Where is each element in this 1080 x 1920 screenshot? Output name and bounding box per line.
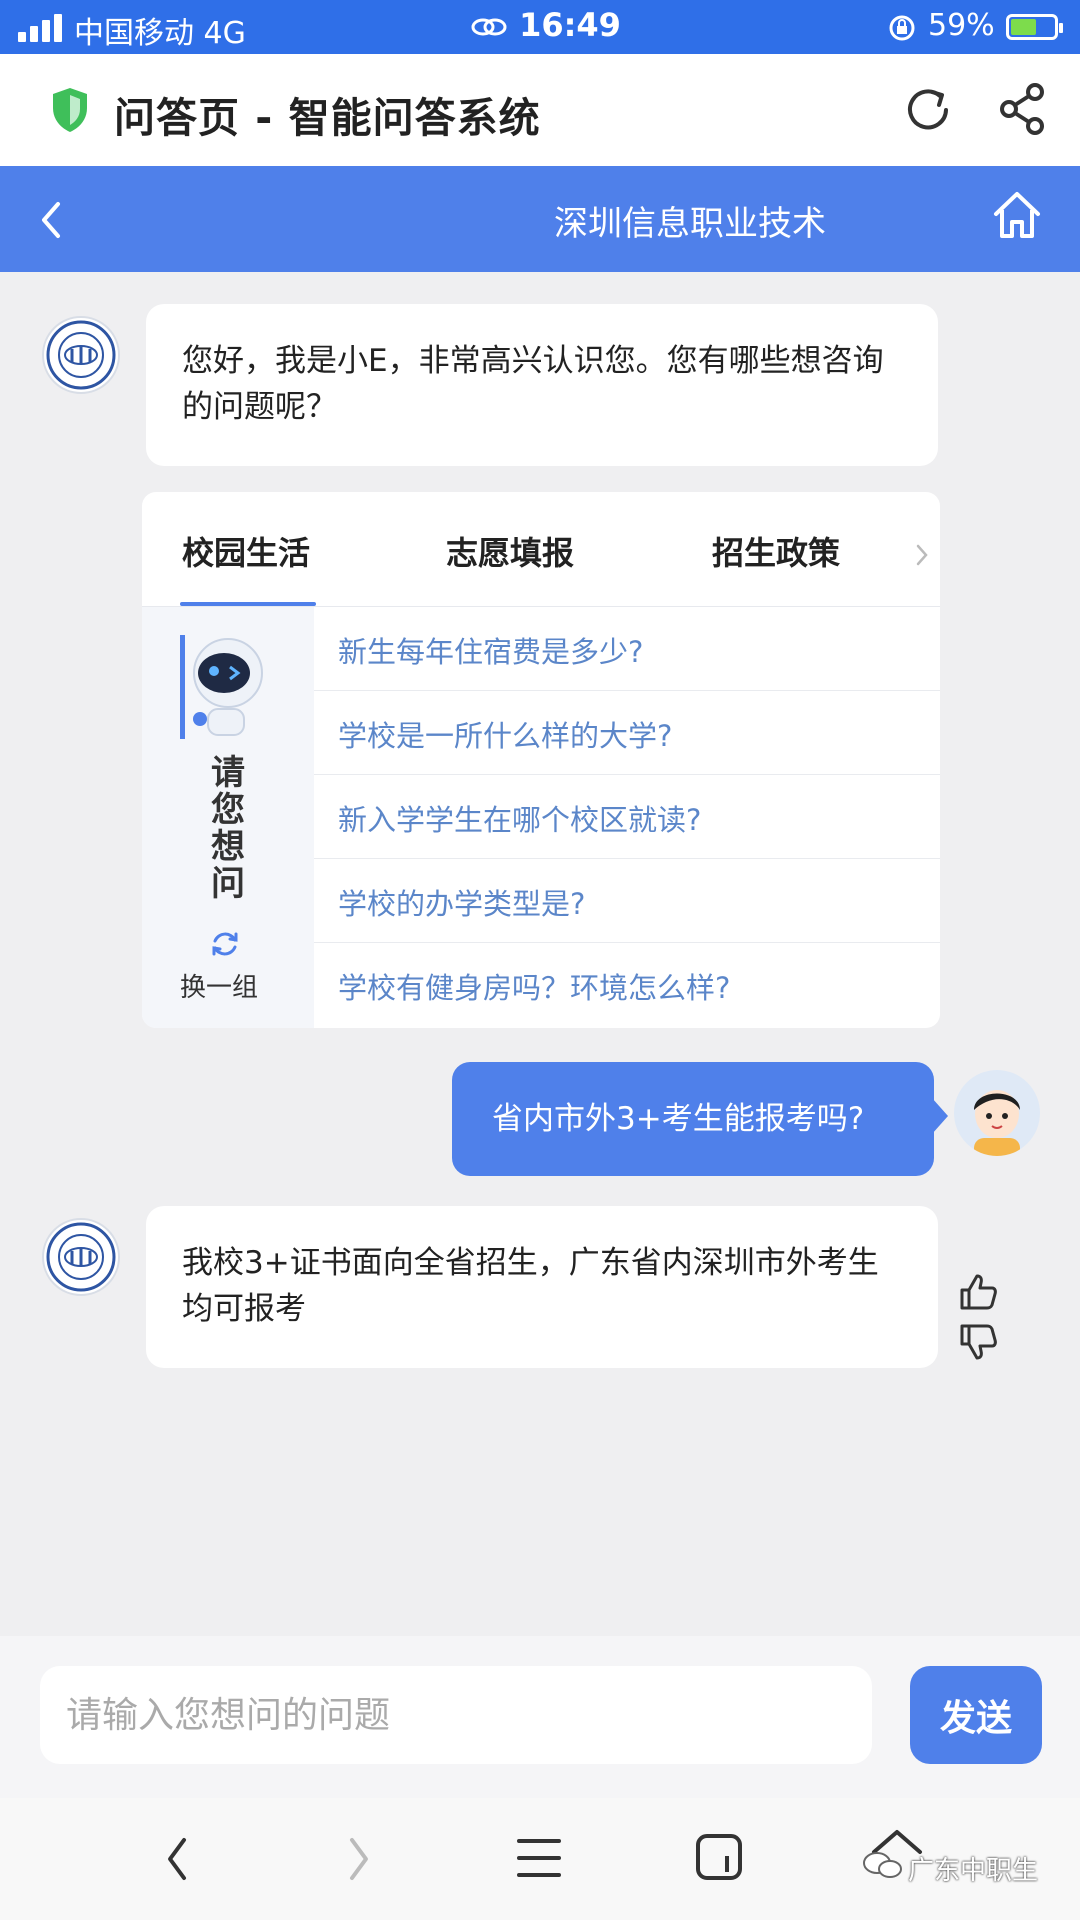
user-message: 省内市外3+考生能报考吗?	[452, 1062, 934, 1176]
thumbs-down-icon[interactable]	[958, 1322, 998, 1362]
status-bar: 中国移动 4G 16:49 59%	[0, 0, 1080, 54]
faq-question[interactable]: 学校的办学类型是?	[314, 859, 940, 943]
faq-question[interactable]: 学校有健身房吗？环境怎么样?	[314, 943, 940, 1026]
faq-question-text[interactable]: 学校是一所什么样的大学?	[338, 713, 672, 755]
battery-percent: 59%	[928, 8, 995, 43]
faq-question[interactable]: 新生每年住宿费是多少?	[314, 607, 940, 691]
wechat-icon	[863, 1852, 902, 1878]
home-icon[interactable]	[990, 188, 1044, 242]
app-nav-bar: 深圳信息职业技术	[0, 166, 1080, 272]
faq-question-text[interactable]: 学校的办学类型是?	[338, 881, 585, 923]
rotation-lock-icon	[889, 15, 915, 41]
watermark: 广东中职生	[908, 1856, 1039, 1886]
bot-avatar	[42, 316, 120, 394]
tab-application[interactable]: 志愿填报	[446, 528, 574, 574]
faq-card: 校园生活 志愿填报 招生政策 请您想问 换一组 新生每年住宿费是多少? 学校是一…	[142, 492, 940, 1028]
ask-label: 请您想问	[211, 753, 245, 904]
shield-icon	[53, 88, 87, 132]
user-avatar-icon	[974, 1090, 1020, 1156]
bot-reply-text: 我校3+证书面向全省招生，广东省内深圳市外考生均可报考	[182, 1245, 879, 1327]
robot-icon	[180, 635, 263, 739]
bot-message: 您好，我是小E，非常高兴认识您。您有哪些想咨询的问题呢？	[146, 304, 938, 466]
menu-icon[interactable]	[516, 1836, 562, 1880]
bot-avatar	[42, 1218, 120, 1296]
tab-campus-life[interactable]: 校园生活	[182, 528, 310, 574]
refresh-small-icon[interactable]	[208, 927, 242, 961]
faq-sidebar: 请您想问 换一组	[142, 607, 314, 1028]
nav-title: 深圳信息职业技术	[554, 204, 826, 244]
share-icon[interactable]	[998, 82, 1048, 136]
faq-question-text[interactable]: 新生每年住宿费是多少?	[338, 629, 643, 671]
send-button[interactable]: 发送	[910, 1666, 1042, 1764]
thumbs-up-icon[interactable]	[958, 1272, 998, 1312]
refresh-icon[interactable]	[902, 84, 954, 136]
page-title: 问答页 - 智能问答系统	[114, 94, 541, 142]
bot-message-text: 您好，我是小E，非常高兴认识您。您有哪些想咨询的问题呢？	[182, 343, 884, 425]
faq-question-text[interactable]: 学校有健身房吗？环境怎么样?	[338, 965, 730, 1007]
browser-bar: 问答页 - 智能问答系统	[0, 54, 1080, 166]
carrier-label: 中国移动 4G	[74, 16, 246, 51]
clock: 16:49	[519, 6, 621, 44]
user-message-text: 省内市外3+考生能报考吗?	[492, 1101, 865, 1137]
browser-toolbar: 广东中职生	[0, 1798, 1080, 1920]
faq-question[interactable]: 学校是一所什么样的大学?	[314, 691, 940, 775]
chevron-right-icon[interactable]	[914, 542, 930, 568]
tab-admission-policy[interactable]: 招生政策	[712, 528, 840, 574]
browser-back-icon[interactable]	[162, 1834, 192, 1884]
refresh-button[interactable]: 换一组	[180, 967, 258, 1004]
input-bar: 发送	[0, 1636, 1080, 1798]
faq-question-text[interactable]: 新入学学生在哪个校区就读?	[338, 797, 701, 839]
battery-icon	[1006, 14, 1063, 40]
faq-question[interactable]: 新入学学生在哪个校区就读?	[314, 775, 940, 859]
bubble-tail	[932, 1098, 948, 1134]
school-logo-icon	[46, 1222, 116, 1292]
bot-reply: 我校3+证书面向全省招生，广东省内深圳市外考生均可报考	[146, 1206, 938, 1368]
tabs-icon[interactable]	[694, 1832, 744, 1882]
question-input[interactable]	[40, 1666, 872, 1764]
school-logo-icon	[46, 320, 116, 390]
user-avatar	[954, 1070, 1040, 1156]
browser-forward-icon[interactable]	[344, 1834, 374, 1884]
